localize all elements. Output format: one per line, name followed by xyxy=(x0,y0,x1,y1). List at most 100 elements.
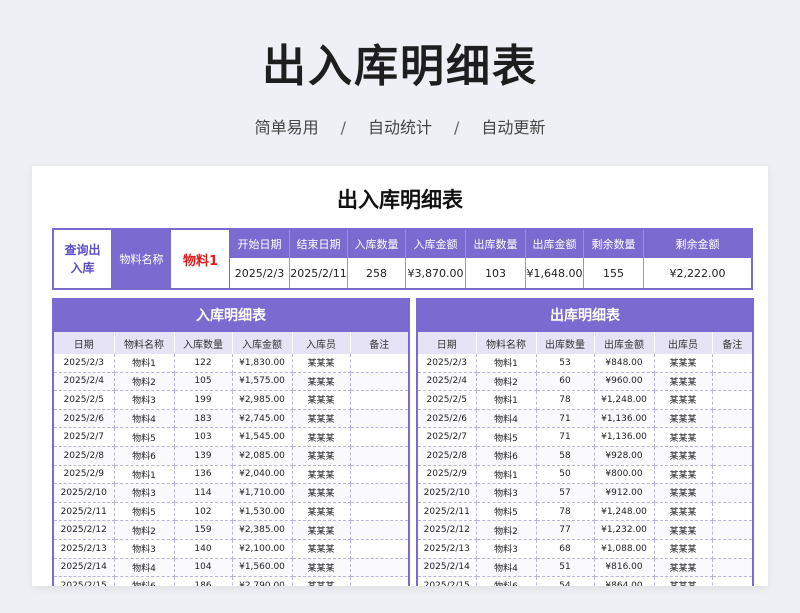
table-cell[interactable]: 77 xyxy=(536,520,595,540)
table-cell[interactable]: ¥1,248.00 xyxy=(594,390,655,410)
table-cell[interactable]: ¥2,790.00 xyxy=(232,576,293,586)
table-cell[interactable]: 某某某 xyxy=(654,576,713,586)
table-cell[interactable]: 物料1 xyxy=(476,465,537,485)
table-cell[interactable]: 物料1 xyxy=(476,390,537,410)
table-cell[interactable]: 183 xyxy=(174,409,233,429)
table-cell[interactable]: 物料1 xyxy=(476,354,537,373)
table-cell[interactable]: 物料1 xyxy=(114,465,175,485)
table-cell[interactable]: 某某某 xyxy=(654,483,713,503)
table-cell[interactable]: 物料6 xyxy=(476,446,537,466)
table-cell[interactable]: ¥1,088.00 xyxy=(594,539,655,559)
table-cell[interactable]: 53 xyxy=(536,354,595,373)
table-cell[interactable]: 物料5 xyxy=(114,427,175,447)
table-cell[interactable]: ¥2,985.00 xyxy=(232,390,293,410)
table-cell[interactable]: 57 xyxy=(536,483,595,503)
table-cell[interactable] xyxy=(712,576,752,586)
table-cell[interactable]: 某某某 xyxy=(292,483,351,503)
table-cell[interactable] xyxy=(712,502,752,522)
table-cell[interactable]: 71 xyxy=(536,409,595,429)
table-cell[interactable]: 139 xyxy=(174,446,233,466)
table-cell[interactable] xyxy=(712,390,752,410)
table-cell[interactable]: ¥1,530.00 xyxy=(232,502,293,522)
table-cell[interactable]: 199 xyxy=(174,390,233,410)
table-cell[interactable]: 物料6 xyxy=(476,576,537,586)
table-cell[interactable] xyxy=(712,539,752,559)
table-cell[interactable]: ¥1,560.00 xyxy=(232,558,293,578)
table-cell[interactable] xyxy=(350,427,408,447)
table-cell[interactable]: 2025/2/8 xyxy=(54,446,115,466)
table-cell[interactable]: 136 xyxy=(174,465,233,485)
table-cell[interactable]: 物料5 xyxy=(476,502,537,522)
table-cell[interactable]: 2025/2/6 xyxy=(54,409,115,429)
table-cell[interactable]: 103 xyxy=(174,427,233,447)
table-cell[interactable]: ¥2,040.00 xyxy=(232,465,293,485)
table-cell[interactable]: 物料4 xyxy=(476,558,537,578)
table-cell[interactable]: 2025/2/9 xyxy=(418,465,477,485)
table-cell[interactable]: 物料3 xyxy=(476,539,537,559)
table-cell[interactable]: 物料1 xyxy=(114,354,175,373)
table-cell[interactable]: ¥2,745.00 xyxy=(232,409,293,429)
table-cell[interactable] xyxy=(350,539,408,559)
table-cell[interactable]: ¥912.00 xyxy=(594,483,655,503)
table-cell[interactable]: ¥1,136.00 xyxy=(594,409,655,429)
table-cell[interactable]: 某某某 xyxy=(292,576,351,586)
table-cell[interactable] xyxy=(712,446,752,466)
table-cell[interactable]: 2025/2/14 xyxy=(54,558,115,578)
table-cell[interactable]: ¥2,085.00 xyxy=(232,446,293,466)
table-cell[interactable]: 某某某 xyxy=(292,520,351,540)
table-cell[interactable]: 2025/2/5 xyxy=(54,390,115,410)
table-cell[interactable]: 物料4 xyxy=(114,558,175,578)
table-cell[interactable]: 114 xyxy=(174,483,233,503)
table-cell[interactable]: 2025/2/11 xyxy=(54,502,115,522)
table-cell[interactable]: 2025/2/11 xyxy=(418,502,477,522)
table-cell[interactable] xyxy=(350,502,408,522)
table-cell[interactable]: 某某某 xyxy=(292,502,351,522)
table-cell[interactable]: 物料3 xyxy=(114,483,175,503)
table-cell[interactable]: 50 xyxy=(536,465,595,485)
table-cell[interactable]: 2025/2/6 xyxy=(418,409,477,429)
table-cell[interactable] xyxy=(350,409,408,429)
table-cell[interactable]: ¥1,830.00 xyxy=(232,354,293,373)
table-cell[interactable]: 物料5 xyxy=(476,427,537,447)
table-cell[interactable]: 2025/2/12 xyxy=(54,520,115,540)
table-cell[interactable]: 2025/2/5 xyxy=(418,390,477,410)
table-cell[interactable]: ¥1,575.00 xyxy=(232,372,293,392)
table-cell[interactable] xyxy=(350,354,408,373)
table-cell[interactable] xyxy=(350,558,408,578)
table-cell[interactable]: 物料2 xyxy=(476,520,537,540)
table-cell[interactable]: 2025/2/8 xyxy=(418,446,477,466)
table-cell[interactable]: ¥800.00 xyxy=(594,465,655,485)
table-cell[interactable] xyxy=(712,409,752,429)
table-cell[interactable]: 140 xyxy=(174,539,233,559)
table-cell[interactable]: ¥928.00 xyxy=(594,446,655,466)
table-cell[interactable]: 2025/2/4 xyxy=(418,372,477,392)
table-cell[interactable]: 某某某 xyxy=(292,446,351,466)
table-cell[interactable]: 某某某 xyxy=(654,409,713,429)
table-cell[interactable]: 58 xyxy=(536,446,595,466)
table-cell[interactable]: 2025/2/4 xyxy=(54,372,115,392)
table-cell[interactable]: ¥1,136.00 xyxy=(594,427,655,447)
table-cell[interactable]: 2025/2/15 xyxy=(54,576,115,586)
table-cell[interactable] xyxy=(712,372,752,392)
table-cell[interactable]: ¥1,710.00 xyxy=(232,483,293,503)
table-cell[interactable]: 104 xyxy=(174,558,233,578)
table-cell[interactable]: 某某某 xyxy=(654,558,713,578)
table-cell[interactable]: 某某某 xyxy=(654,539,713,559)
table-cell[interactable]: ¥1,545.00 xyxy=(232,427,293,447)
table-cell[interactable]: 某某某 xyxy=(654,390,713,410)
table-cell[interactable]: 102 xyxy=(174,502,233,522)
table-cell[interactable]: ¥1,248.00 xyxy=(594,502,655,522)
table-cell[interactable]: 122 xyxy=(174,354,233,373)
table-cell[interactable]: 物料4 xyxy=(476,409,537,429)
table-cell[interactable] xyxy=(350,372,408,392)
table-cell[interactable]: 物料3 xyxy=(114,539,175,559)
table-cell[interactable]: ¥2,100.00 xyxy=(232,539,293,559)
table-cell[interactable] xyxy=(712,427,752,447)
table-cell[interactable]: 2025/2/9 xyxy=(54,465,115,485)
table-cell[interactable] xyxy=(712,354,752,373)
table-cell[interactable]: 某某某 xyxy=(292,558,351,578)
table-cell[interactable]: 某某某 xyxy=(654,427,713,447)
table-cell[interactable]: 68 xyxy=(536,539,595,559)
table-cell[interactable]: 物料2 xyxy=(114,372,175,392)
table-cell[interactable]: 某某某 xyxy=(292,409,351,429)
